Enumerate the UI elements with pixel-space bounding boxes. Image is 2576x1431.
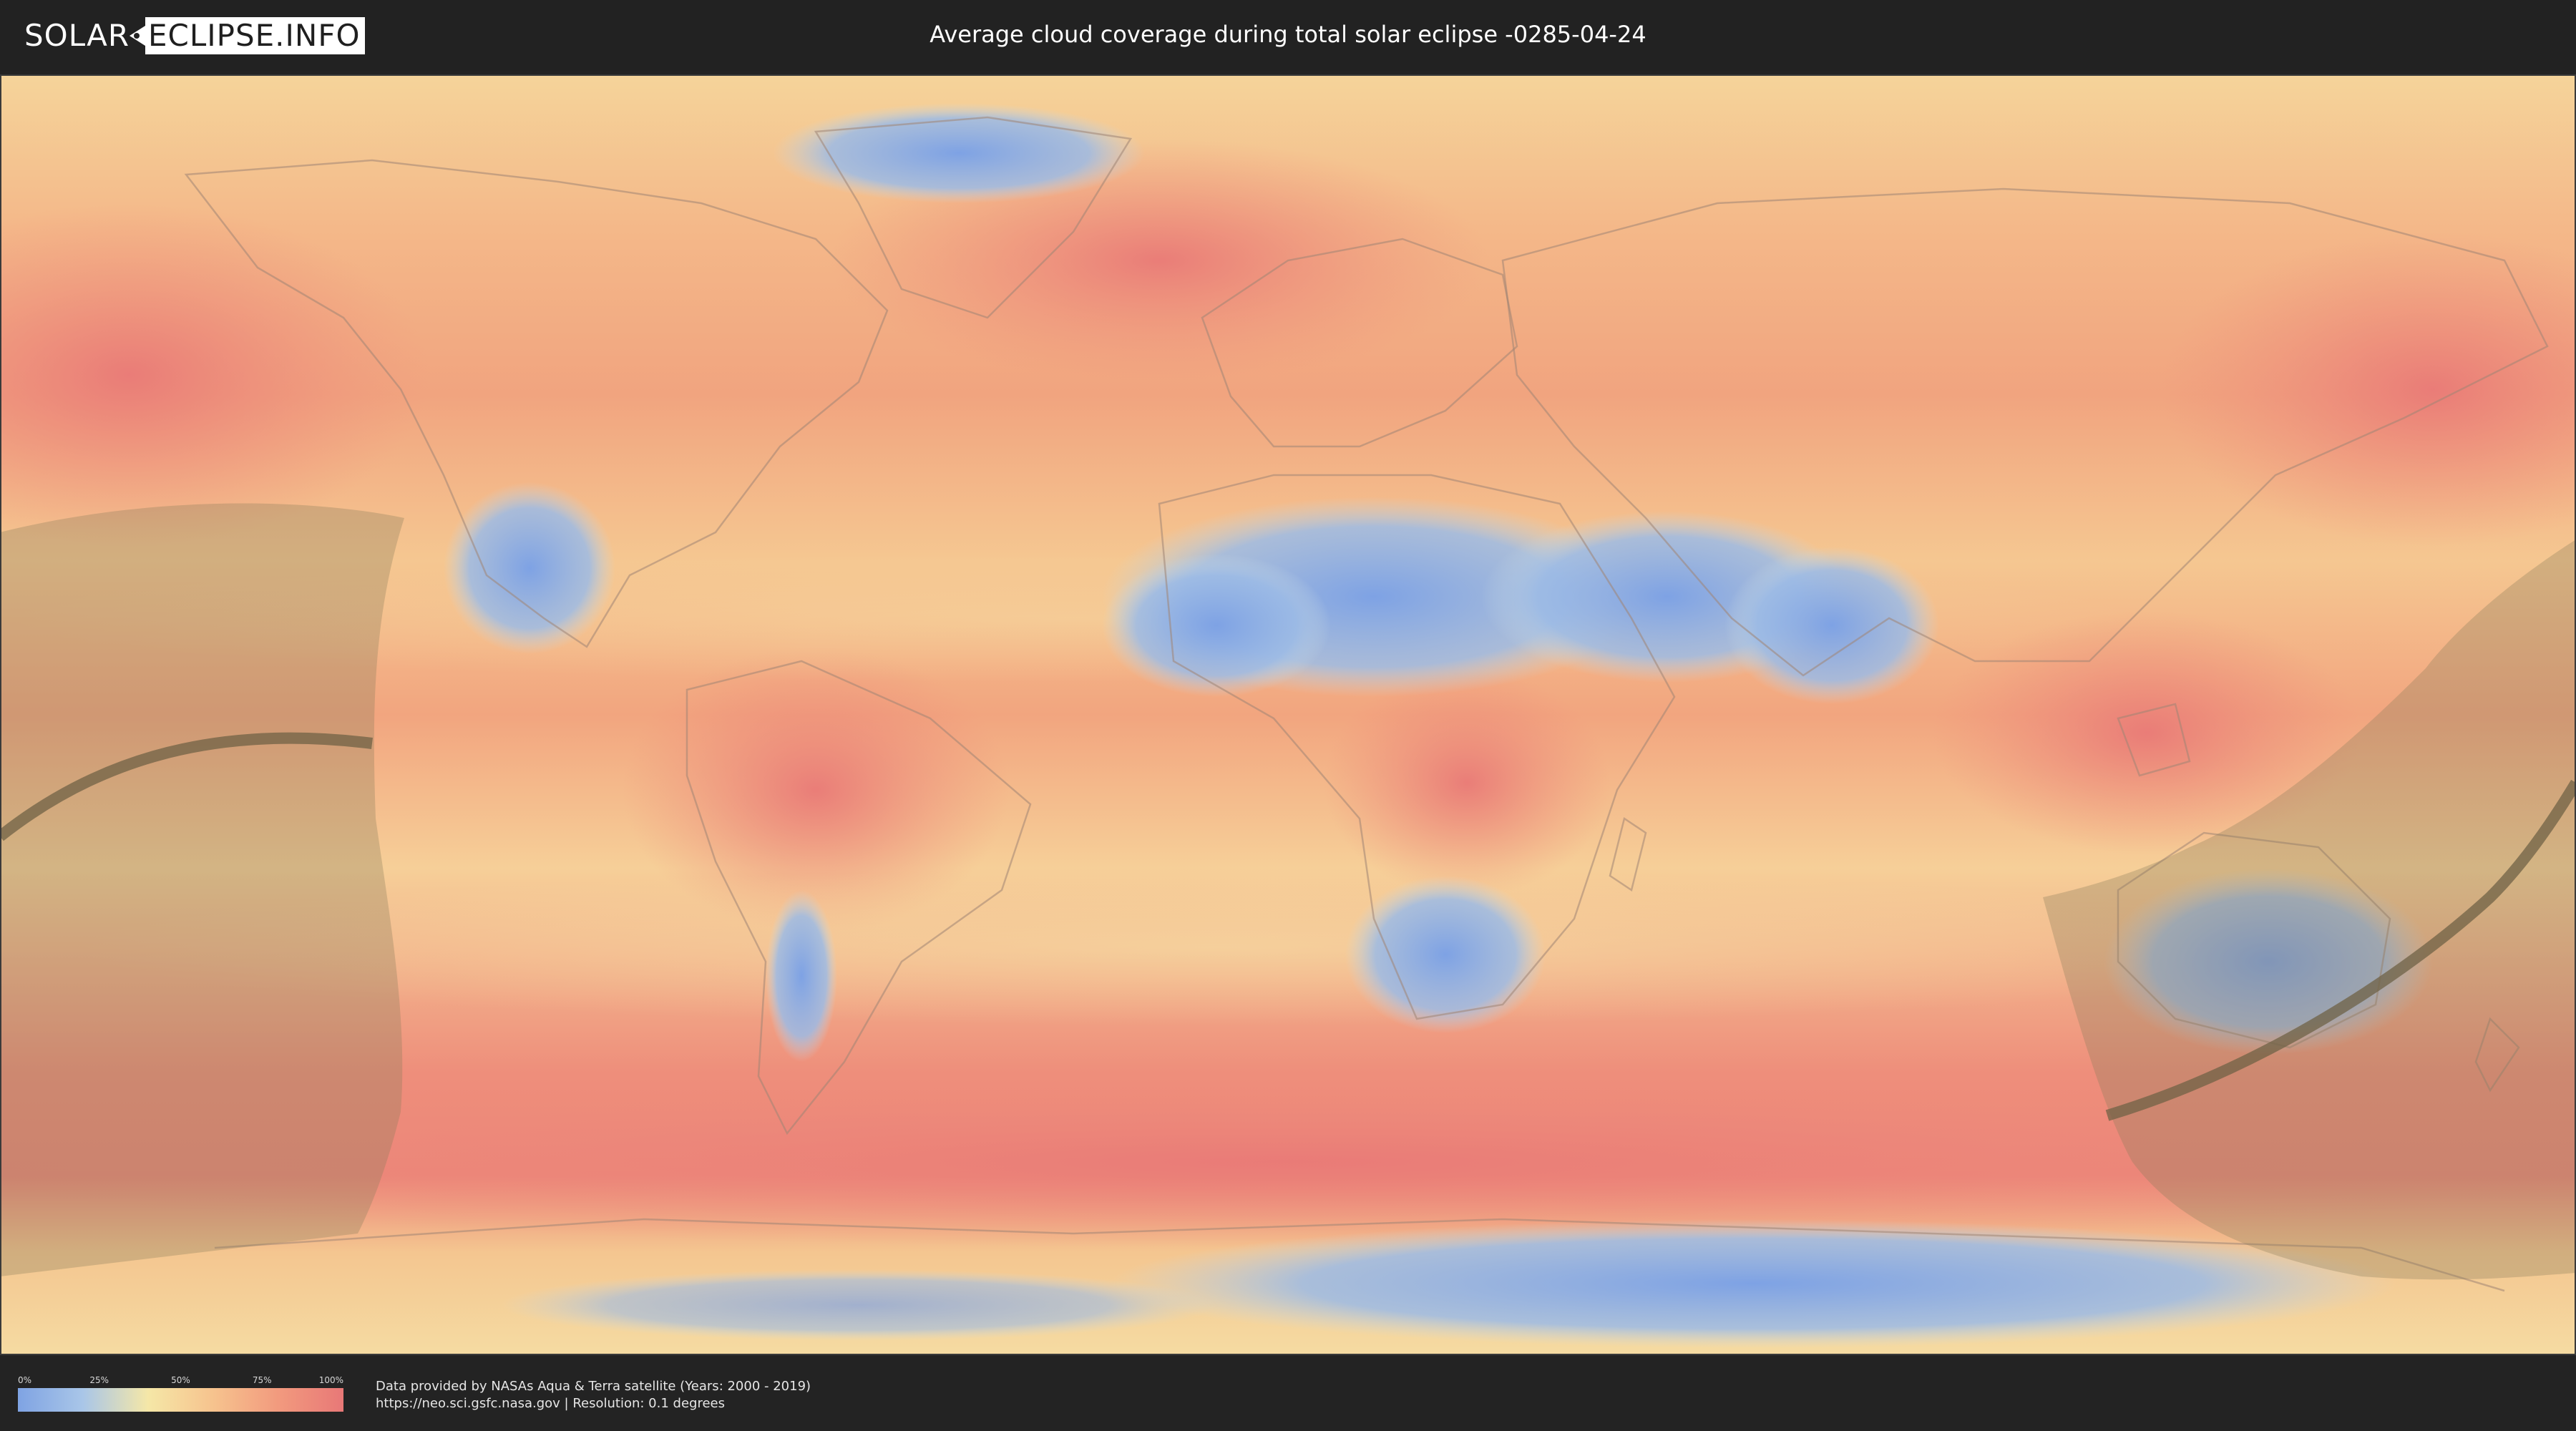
subtropical-band-south: [72, 869, 2361, 1026]
credit-line-source: Data provided by NASAs Aqua & Terra sate…: [376, 1379, 811, 1394]
page-title: Average cloud coverage during total sola…: [930, 21, 1646, 48]
india-clear: [1724, 547, 1939, 704]
legend-tick: 0%: [18, 1375, 32, 1385]
world-map-svg: [0, 74, 2576, 1355]
header-bar: SOLAR ECLIPSE.INFO Average cloud coverag…: [0, 0, 2576, 71]
credit-line-url: https://neo.sci.gsfc.nasa.gov | Resoluti…: [376, 1396, 725, 1411]
data-credit: Data provided by NASAs Aqua & Terra sate…: [376, 1378, 811, 1412]
southern-africa-clear: [1345, 876, 1546, 1033]
antarctica-clear: [1109, 1219, 2397, 1348]
eclipse-visibility-region-west: [0, 503, 404, 1276]
antarctica-clear-west: [501, 1269, 1216, 1341]
andes-clear: [766, 890, 837, 1062]
legend-tick: 50%: [171, 1375, 190, 1385]
legend-color-bar: [18, 1388, 343, 1412]
legend-tick: 100%: [318, 1375, 343, 1385]
sahara-clear-west: [1102, 554, 1331, 697]
footer-bar: 0% 25% 50% 75% 100% Data provided by NAS…: [0, 1358, 2576, 1431]
cloud-coverage-map[interactable]: [0, 74, 2576, 1355]
legend-tick: 25%: [89, 1375, 109, 1385]
mexico-clear: [444, 482, 615, 654]
legend-tick: 75%: [252, 1375, 272, 1385]
